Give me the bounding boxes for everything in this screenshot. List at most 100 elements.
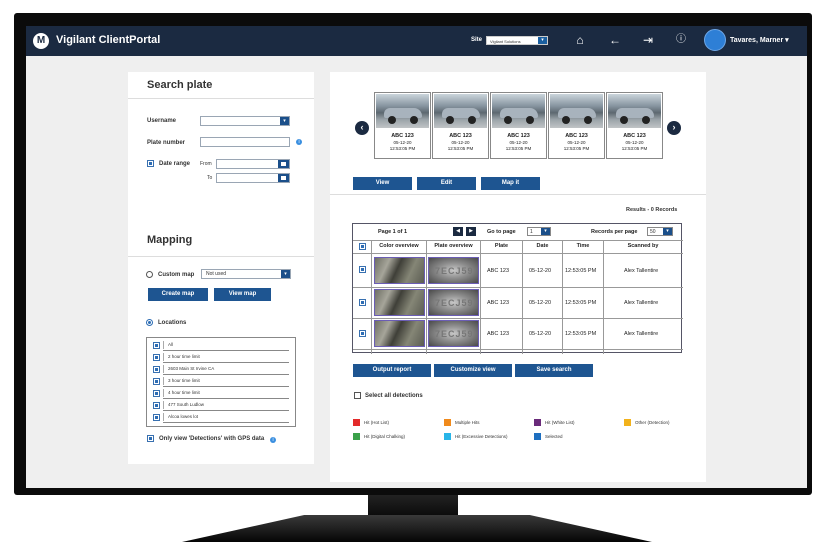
go-to-page-value: 1 xyxy=(530,229,533,235)
next-page-button[interactable]: ▶ xyxy=(466,227,476,236)
prev-page-button[interactable]: ◀ xyxy=(453,227,463,236)
username-select[interactable]: ▾ xyxy=(200,116,290,126)
site-select[interactable]: Vigilant Solutions ▾ xyxy=(486,36,548,45)
list-item[interactable]: 477 South Ludlow xyxy=(147,399,295,411)
location-checkbox[interactable] xyxy=(153,402,160,409)
location-checkbox[interactable] xyxy=(153,342,160,349)
list-item[interactable]: 2603 Main St Irvine CA xyxy=(147,363,295,375)
customize-view-button[interactable]: Customize view xyxy=(434,364,512,377)
records-per-page-select[interactable]: 50 ▾ xyxy=(647,227,673,236)
vehicle-image xyxy=(492,94,545,128)
carousel-date: 05-12-20 xyxy=(393,140,412,145)
location-checkbox[interactable] xyxy=(153,390,160,397)
legend-label: Other (Detection) xyxy=(635,420,670,425)
custom-map-radio[interactable] xyxy=(146,271,153,278)
view-button[interactable]: View xyxy=(353,177,412,190)
column-header-date[interactable]: Date xyxy=(523,240,562,253)
location-checkbox[interactable] xyxy=(153,366,160,373)
carousel-item[interactable]: ABC 123 05-12-20 12:53:05 PM xyxy=(432,92,489,159)
divider xyxy=(128,98,314,99)
plate-image-text: 7ECJ59 xyxy=(435,266,474,276)
plate-number-label: Plate number xyxy=(147,140,186,146)
username-label: Username xyxy=(147,118,177,124)
carousel-prev-button[interactable]: ‹ xyxy=(355,121,369,135)
date-range-checkbox[interactable] xyxy=(147,160,154,167)
row-checkbox[interactable] xyxy=(359,299,366,306)
row-time: 12:53:05 PM xyxy=(565,331,597,337)
column-header-plate[interactable]: Plate xyxy=(481,240,522,253)
color-overview-image[interactable] xyxy=(374,257,425,284)
color-overview-image[interactable] xyxy=(374,289,425,316)
legend-label: Multiple Hits xyxy=(455,420,480,425)
carousel-date: 05-12-20 xyxy=(509,140,528,145)
list-item[interactable]: 4 hour time limit xyxy=(147,387,295,399)
to-label: To xyxy=(207,175,213,181)
legend-swatch xyxy=(624,419,631,426)
logout-icon[interactable]: ⇥ xyxy=(640,33,656,47)
row-checkbox[interactable] xyxy=(359,330,366,337)
locations-radio[interactable] xyxy=(146,319,153,326)
edit-button[interactable]: Edit xyxy=(417,177,476,190)
results-table: Page 1 of 1 ◀ ▶ Go to page 1 ▾ Records pe… xyxy=(352,223,683,354)
location-label: Alcoa lowes lot xyxy=(168,414,199,419)
from-date-input[interactable] xyxy=(216,159,290,169)
info-icon[interactable]: ⓘ xyxy=(673,33,689,47)
save-search-button[interactable]: Save search xyxy=(515,364,593,377)
column-header-time[interactable]: Time xyxy=(563,240,603,253)
carousel-time: 12:53:05 PM xyxy=(389,146,416,151)
carousel-item[interactable]: ABC 123 05-12-20 12:53:05 PM xyxy=(490,92,547,159)
view-map-button[interactable]: View map xyxy=(214,288,271,301)
location-checkbox[interactable] xyxy=(153,354,160,361)
carousel-time: 12:53:05 PM xyxy=(505,146,532,151)
output-report-button[interactable]: Output report xyxy=(353,364,431,377)
calendar-icon[interactable] xyxy=(278,160,289,168)
plate-number-input[interactable] xyxy=(200,137,290,147)
location-checkbox[interactable] xyxy=(153,378,160,385)
chevron-left-icon: ‹ xyxy=(360,122,364,132)
search-plate-title: Search plate xyxy=(147,79,213,91)
info-icon[interactable]: i xyxy=(270,437,276,443)
row-date: 05-12-20 xyxy=(529,300,552,306)
gps-only-checkbox[interactable] xyxy=(147,435,154,442)
row-checkbox[interactable] xyxy=(359,266,366,273)
carousel-next-button[interactable]: › xyxy=(667,121,681,135)
carousel-item[interactable]: ABC 123 05-12-20 12:53:05 PM xyxy=(374,92,431,159)
back-arrow-icon[interactable]: ← xyxy=(607,33,623,47)
vehicle-image xyxy=(608,94,661,128)
info-icon[interactable]: i xyxy=(296,139,302,145)
calendar-icon[interactable] xyxy=(278,174,289,182)
list-item[interactable]: All xyxy=(147,339,295,351)
custom-map-label: Custom map xyxy=(158,272,195,278)
list-item[interactable]: 2 hour time limit xyxy=(147,351,295,363)
column-header-scanned-by[interactable]: Scanned by xyxy=(604,240,682,253)
select-all-detections-checkbox[interactable] xyxy=(354,392,361,399)
to-date-input[interactable] xyxy=(216,173,290,183)
color-overview-image[interactable] xyxy=(374,320,425,347)
column-header-plate-overview[interactable]: Plate overview xyxy=(427,240,480,253)
avatar[interactable] xyxy=(704,29,726,51)
carousel-item[interactable]: ABC 123 05-12-20 12:53:05 PM xyxy=(548,92,605,159)
row-plate: ABC 123 xyxy=(487,268,510,274)
results-count: Results - 0 Records xyxy=(626,207,678,213)
location-checkbox[interactable] xyxy=(153,414,160,421)
custom-map-select[interactable]: Not used ▾ xyxy=(201,269,291,279)
carousel-item[interactable]: ABC 123 05-12-20 12:53:05 PM xyxy=(606,92,663,159)
row-scanned-by: Alex Tallentire xyxy=(624,331,659,337)
app-screen: M Vigilant ClientPortal Site Vigilant So… xyxy=(26,26,807,488)
vehicle-image xyxy=(550,94,603,128)
go-to-page-select[interactable]: 1 ▾ xyxy=(527,227,551,236)
plate-overview-image[interactable]: 7ECJ59 xyxy=(428,320,479,347)
legend-label: Hit (White List) xyxy=(545,420,575,425)
home-icon[interactable]: ⌂ xyxy=(572,33,588,47)
create-map-button[interactable]: Create map xyxy=(148,288,208,301)
locations-label: Locations xyxy=(158,320,187,326)
map-it-button[interactable]: Map it xyxy=(481,177,540,190)
list-item[interactable]: 3 hour time limit xyxy=(147,375,295,387)
list-item[interactable]: Alcoa lowes lot xyxy=(147,411,295,423)
plate-overview-image[interactable]: 7ECJ59 xyxy=(428,289,479,316)
select-all-rows-checkbox[interactable] xyxy=(359,243,366,250)
plate-overview-image[interactable]: 7ECJ59 xyxy=(428,257,479,284)
column-header-color-overview[interactable]: Color overview xyxy=(372,240,426,253)
user-menu[interactable]: Tavares, Marner ▾ xyxy=(730,36,789,44)
app-title: Vigilant ClientPortal xyxy=(56,34,161,46)
